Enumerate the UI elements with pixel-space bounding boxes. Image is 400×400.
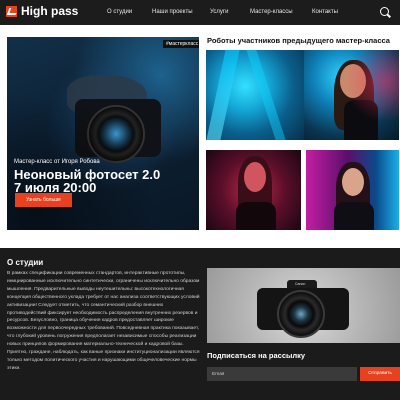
nav-item-projects[interactable]: Наши проекты bbox=[152, 8, 193, 16]
about-title: О студии bbox=[7, 258, 44, 267]
works-section-title: Роботы участников предыдущего мастер-кла… bbox=[207, 36, 390, 45]
newsletter-title: Подписаться на рассылку bbox=[207, 351, 306, 360]
send-button[interactable]: Отправить bbox=[360, 367, 400, 381]
camera-image: Canon bbox=[207, 268, 400, 343]
gallery-photo-2[interactable] bbox=[304, 50, 399, 140]
gallery-photo-3[interactable] bbox=[206, 150, 301, 230]
about-paragraph: В рамках спецификации современных станда… bbox=[7, 271, 200, 371]
learn-more-button[interactable]: Узнать больше bbox=[15, 193, 72, 207]
hero-tag-badge[interactable]: #мастеркласс bbox=[163, 40, 199, 48]
logo-icon[interactable] bbox=[6, 6, 17, 17]
gallery-photo-1[interactable] bbox=[206, 50, 304, 140]
email-field[interactable] bbox=[207, 367, 357, 381]
camera-brand-label: Canon bbox=[295, 282, 306, 286]
hero-banner: #мастеркласс Мастер-класс от Игоря Робов… bbox=[7, 37, 199, 230]
camera-lens-image bbox=[277, 290, 325, 338]
nav-item-contacts[interactable]: Контакты bbox=[312, 8, 338, 16]
nav-item-services[interactable]: Услуги bbox=[210, 8, 228, 16]
brand-name[interactable]: High pass bbox=[21, 4, 78, 18]
site-header: High pass О студии Наши проекты Услуги М… bbox=[0, 0, 400, 25]
search-icon[interactable] bbox=[380, 7, 389, 16]
gallery-photo-4[interactable] bbox=[306, 150, 399, 230]
nav-item-masterclasses[interactable]: Мастер-классы bbox=[250, 8, 293, 16]
hero-title: Неоновый фотосет 2.0 7 июля 20:00 bbox=[14, 168, 160, 194]
nav-item-about[interactable]: О студии bbox=[107, 8, 132, 16]
hero-subtitle: Мастер-класс от Игоря Робова bbox=[14, 159, 100, 165]
